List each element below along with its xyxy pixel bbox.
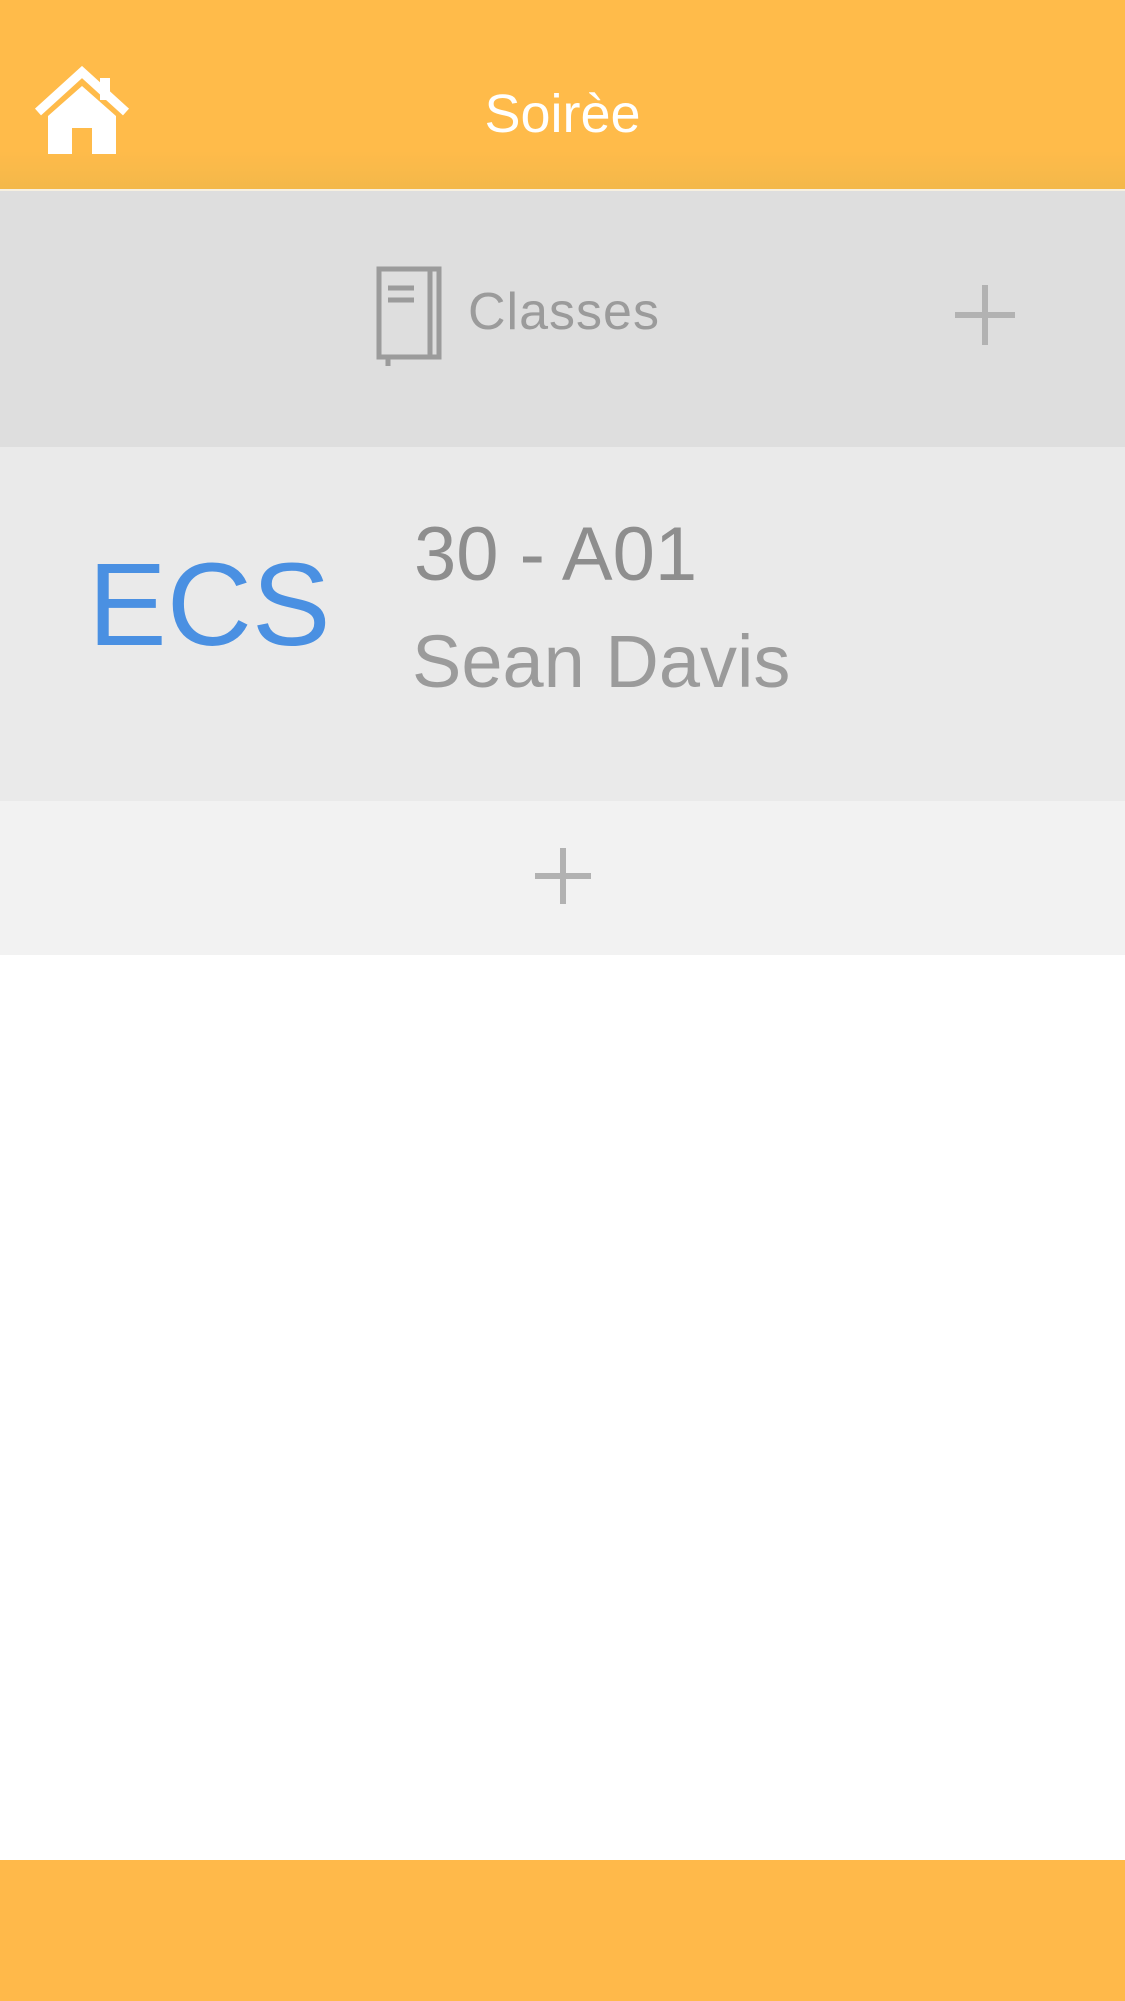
section-title: Classes: [468, 283, 660, 341]
class-abbreviation: ECS: [88, 539, 331, 671]
plus-icon: [955, 285, 1015, 345]
tab-bar: [0, 1860, 1125, 2001]
navigation-bar: Soirèe: [0, 0, 1125, 191]
content-area: [0, 955, 1125, 1860]
class-code: 30 - A01: [414, 512, 698, 597]
plus-icon: [535, 848, 591, 904]
class-teacher: Sean Davis: [412, 620, 791, 703]
page-title: Soirèe: [484, 84, 641, 144]
add-class-button[interactable]: [950, 280, 1020, 350]
book-icon: [376, 266, 442, 366]
